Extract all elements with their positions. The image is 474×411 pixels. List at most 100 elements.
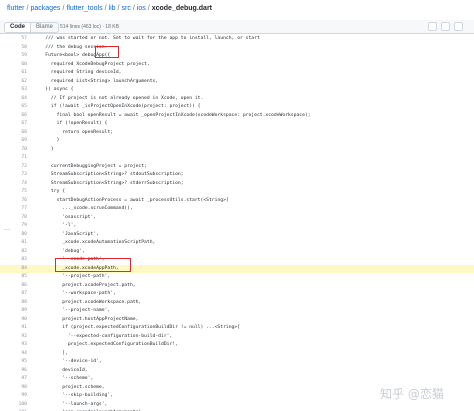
code-line: 60 required XcodeDebugProject project,	[0, 61, 474, 70]
line-number[interactable]: 72	[0, 163, 27, 172]
code-text: }	[34, 138, 60, 143]
file-toolbar: Code Blame 514 lines (463 loc) · 18 KB	[0, 20, 474, 34]
line-number[interactable]: 71	[0, 154, 27, 163]
code-view: 57 /// was started or not. Set to wait f…	[0, 35, 474, 411]
line-number[interactable]: 61	[0, 69, 27, 78]
line-number[interactable]: 96	[0, 367, 27, 376]
code-line: 81 _xcode.xcodeAutomationScriptPath,	[0, 239, 474, 248]
line-number[interactable]: 62	[0, 78, 27, 87]
code-text: ],	[34, 350, 68, 356]
current-file-name: xcode_debug.dart	[151, 5, 212, 12]
line-number[interactable]: 70	[0, 146, 27, 155]
code-text: '-l',	[34, 223, 77, 228]
breadcrumb: flutter / packages / flutter_tools / lib / src / i…	[7, 2, 212, 16]
line-number[interactable]: 82	[0, 248, 27, 257]
code-text: // If project is not already opened in X…	[34, 95, 204, 101]
blame-tab[interactable]: Blame	[31, 23, 58, 32]
line-number[interactable]: 76	[0, 197, 27, 206]
breadcrumb-packages[interactable]: packages	[30, 5, 60, 12]
code-line: 86 project.xcodeProject.path,	[0, 282, 474, 291]
code-text: project.xcodeWorkspace.path,	[34, 299, 142, 305]
line-actions-icon[interactable]: ···	[4, 226, 10, 234]
line-number[interactable]: 68	[0, 129, 27, 138]
line-number[interactable]: 85	[0, 273, 27, 282]
line-number[interactable]: 99	[0, 392, 27, 401]
line-number[interactable]: 73	[0, 171, 27, 180]
line-number[interactable]: 91	[0, 324, 27, 333]
line-number[interactable]: 75	[0, 188, 27, 197]
line-number[interactable]: 58	[0, 44, 27, 53]
code-line: 66 final bool openResult = await _openPr…	[0, 112, 474, 121]
line-number[interactable]: 100	[0, 401, 27, 410]
code-line: 77 ..._xcode.xcrunCommand(),	[0, 205, 474, 214]
code-text: 'JavaScript',	[34, 231, 99, 237]
copy-icon[interactable]	[441, 22, 450, 31]
code-text: }) async {	[34, 87, 74, 92]
line-number[interactable]: 84	[0, 265, 27, 274]
line-number[interactable]: 59	[0, 52, 27, 61]
code-text: ..._xcode.xcrunCommand(),	[34, 206, 133, 211]
code-line: 63 }) async {	[0, 86, 474, 95]
line-number[interactable]: 74	[0, 180, 27, 189]
line-number[interactable]: 65	[0, 103, 27, 112]
line-number[interactable]: 94	[0, 350, 27, 359]
code-text: project.hostAppProjectName,	[34, 316, 139, 322]
line-number[interactable]: 57	[0, 35, 27, 44]
breadcrumb-flutter-tools[interactable]: flutter_tools	[66, 5, 102, 12]
code-line: 67 if (!openResult) {	[0, 120, 474, 129]
line-number[interactable]: 78	[0, 214, 27, 223]
code-text: required String deviceId,	[34, 70, 122, 75]
line-number[interactable]: 86	[0, 282, 27, 291]
breadcrumb-lib[interactable]: lib	[109, 5, 116, 12]
line-number[interactable]: 77	[0, 205, 27, 214]
line-number[interactable]: 97	[0, 375, 27, 384]
code-line: 65 if (!await _isProjectOpenInXcode(proj…	[0, 103, 474, 112]
line-number[interactable]: 66	[0, 112, 27, 121]
code-line: 97 '--scheme',	[0, 375, 474, 384]
code-text: '--skip-building',	[34, 393, 114, 398]
line-number[interactable]: 88	[0, 299, 27, 308]
code-text: try {	[34, 189, 66, 194]
code-line: 96 deviceId,	[0, 367, 474, 376]
download-icon[interactable]	[454, 22, 463, 31]
code-text: '--device-id',	[34, 359, 102, 364]
code-line: 87 '--workspace-path',	[0, 290, 474, 299]
code-text: if (project.expectedConfigurationBuildDi…	[34, 325, 241, 330]
line-number[interactable]: 83	[0, 256, 27, 265]
line-number[interactable]: 90	[0, 316, 27, 325]
code-line: 58 /// the debug session.	[0, 44, 474, 53]
line-number[interactable]: 95	[0, 358, 27, 367]
code-tab[interactable]: Code	[5, 23, 31, 32]
code-text: '--scheme',	[34, 376, 94, 381]
xcodeapppath-highlight-box	[55, 258, 131, 272]
line-number[interactable]: 63	[0, 86, 27, 95]
line-number[interactable]: 89	[0, 307, 27, 316]
code-text: final bool openResult = await _openProje…	[34, 112, 311, 118]
line-number[interactable]: 67	[0, 120, 27, 129]
code-line: 80 'JavaScript',	[0, 231, 474, 240]
line-number[interactable]: 81	[0, 239, 27, 248]
line-number[interactable]: 87	[0, 290, 27, 299]
code-text: '--project-name',	[34, 308, 111, 313]
code-text: startDebugActionProcess = await _process…	[34, 197, 229, 203]
breadcrumb-flutter[interactable]: flutter	[7, 5, 25, 12]
line-number[interactable]: 93	[0, 341, 27, 350]
code-text: required List<String> launchArguments,	[34, 78, 159, 84]
breadcrumb-src[interactable]: src	[122, 5, 131, 12]
code-line: 82 'debug',	[0, 248, 474, 257]
line-number[interactable]: 98	[0, 384, 27, 393]
raw-icon[interactable]	[428, 22, 437, 31]
breadcrumb-ios[interactable]: ios	[137, 5, 146, 12]
line-number[interactable]: 69	[0, 137, 27, 146]
code-text: '--workspace-path',	[34, 291, 116, 296]
line-number[interactable]: 60	[0, 61, 27, 70]
code-text: 'debug',	[34, 248, 85, 254]
line-number[interactable]: 64	[0, 95, 27, 104]
code-text: project.scheme,	[34, 384, 105, 390]
code-text: return openResult;	[34, 129, 114, 135]
code-text: if (!openResult) {	[34, 121, 108, 126]
code-text: if (!await _isProjectOpenInXcode(project…	[34, 104, 201, 109]
code-text: currentDebuggingProject = project;	[34, 163, 147, 169]
code-line: 68 return openResult;	[0, 129, 474, 138]
line-number[interactable]: 92	[0, 333, 27, 342]
